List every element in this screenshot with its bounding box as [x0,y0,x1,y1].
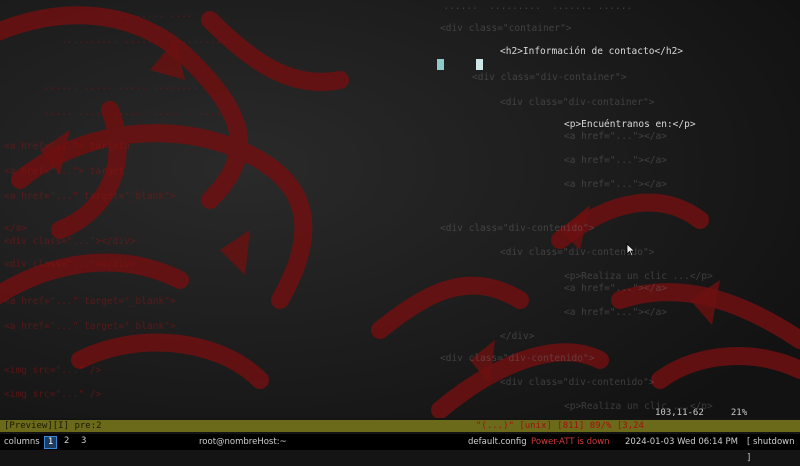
config-name: default.config [468,437,527,447]
left-editor-pane[interactable]: ..... ........ .... .......... ....... .… [0,0,440,418]
shutdown-button[interactable]: [ shutdown ] [747,434,800,466]
code-line: <div class="div-contenido"> [500,377,655,388]
code-line: <a href="..." target="_blank"> [4,321,176,332]
workspace-button-2[interactable]: 2 [61,436,72,447]
layout-mode: columns [4,437,40,447]
code-line: <div class="div-container"> [472,72,627,83]
code-line: <a href="..."> tarjeta [4,141,130,152]
vim-cursor-position: 103,11-62 21% [655,408,748,418]
code-line: <a href="..."> target [4,166,125,177]
window-title: root@nombreHost:~ [199,437,287,447]
code-line: <a href="..." target="_blank"> [4,191,176,202]
vim-status-right: "(...)" [unix] [811] 89/% [3,24 [476,421,644,431]
taskbar: columns 1 2 3 root@nombreHost:~ default.… [0,434,800,463]
code-line: <img src="..." /> [4,365,102,376]
code-line: <a href="..."></a> [564,131,667,142]
vim-status-line: [Preview][I] pre:2 "(...)" [unix] [811] … [0,420,800,432]
code-line: <div class="container"> [440,23,572,34]
code-line: </a> [4,223,27,234]
code-line: <a href="..."></a> [564,283,667,294]
mouse-pointer-icon [626,243,636,257]
code-line: </div> [500,331,535,342]
code-line: <div class="..."></div> [4,236,136,247]
power-status: Power-ATT is down [531,437,610,447]
workspace-button-1[interactable]: 1 [44,436,58,449]
right-editor-pane[interactable]: ...... ......... ....... ...... <div cla… [432,0,800,418]
code-line: <img src="..." /> [4,389,102,400]
match-cursor [476,59,483,70]
text-cursor [437,59,444,70]
code-line: <div class="div-container"> [500,97,655,108]
datetime: 2024-01-03 Wed 06:14 PM [625,437,738,447]
code-line: <div class="div-contenido"> [440,353,595,364]
code-line: <a href="..." target="_blank"> [4,296,176,307]
code-line: <a href="..."></a> [564,307,667,318]
vim-status-left: [Preview][I] pre:2 [4,421,102,431]
workspace-button-3[interactable]: 3 [78,436,89,447]
code-line: <div class="div-contenido"> [440,223,595,234]
code-line-heading: <h2>Información de contacto</h2> [500,46,684,57]
code-line: <a href="..."></a> [564,179,667,190]
code-line: <div class="..."></div> [4,259,136,270]
code-line: <a href="..."></a> [564,155,667,166]
